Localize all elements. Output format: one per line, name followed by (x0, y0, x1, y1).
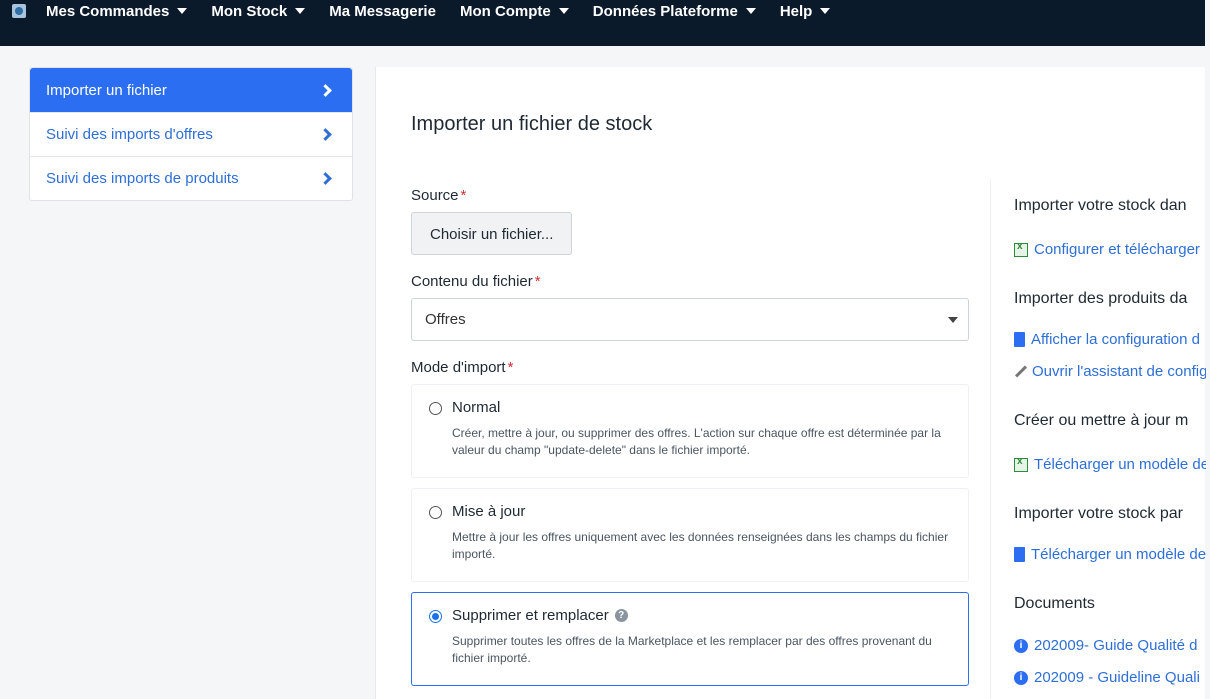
sidebar: Importer un fichier Suivi des imports d'… (29, 67, 353, 201)
document-link[interactable]: i 202009- Guide Qualité d (1014, 637, 1197, 654)
nav-mes-commandes[interactable]: Mes Commandes (46, 2, 188, 20)
link-label: Ouvrir l'assistant de config (1032, 363, 1206, 380)
platform-logo-icon[interactable] (12, 4, 26, 18)
chevron-right-icon (319, 172, 332, 185)
required-mark: * (507, 359, 514, 376)
nav-mon-stock[interactable]: Mon Stock (211, 2, 306, 20)
question-circle-icon[interactable]: ? (614, 609, 628, 622)
book-icon (1014, 332, 1025, 347)
mode-title: Mise à jour (452, 503, 526, 520)
radio-mise-a-jour[interactable] (429, 506, 442, 519)
book-icon (1014, 547, 1025, 562)
info-circle-icon: i (1014, 638, 1028, 653)
mode-description: Mettre à jour les offres uniquement avec… (452, 530, 949, 561)
mode-option-mise-a-jour[interactable]: Mise à jour Mettre à jour les offres uni… (411, 488, 969, 582)
main-panel: Importer un fichier de stock Source * Cho… (375, 67, 1206, 699)
caret-down-icon (177, 8, 188, 14)
page-title: Importer un fichier de stock (411, 113, 653, 135)
nav-ma-messagerie[interactable]: Ma Messagerie (329, 3, 436, 20)
nav-label: Mes Commandes (46, 2, 170, 20)
chevron-right-icon (319, 128, 332, 141)
content-label: Contenu du fichier * (411, 273, 971, 290)
sidebar-item-suivi-produits[interactable]: Suivi des imports de produits (30, 156, 352, 200)
nav-donnees-plateforme[interactable]: Données Plateforme (593, 3, 756, 20)
mode-description: Créer, mettre à jour, ou supprimer des o… (452, 426, 941, 457)
sidebar-item-importer-fichier[interactable]: Importer un fichier (30, 68, 352, 112)
required-mark: * (534, 273, 541, 290)
nav-mon-compte[interactable]: Mon Compte (460, 3, 569, 20)
sidebar-item-suivi-offres[interactable]: Suivi des imports d'offres (30, 112, 352, 156)
nav-label: Ma Messagerie (329, 2, 436, 20)
section-heading: Importer des produits da (1014, 290, 1188, 307)
sidebar-item-label: Suivi des imports de produits (46, 170, 239, 187)
sidebar-item-label: Importer un fichier (46, 81, 167, 99)
magic-wand-icon (1014, 365, 1028, 378)
import-form: Source * Choisir un fichier... Contenu du… (411, 187, 971, 696)
mode-description: Supprimer toutes les offres de la Market… (452, 634, 932, 665)
info-circle-icon: i (1014, 670, 1028, 685)
configure-download-link[interactable]: Configurer et télécharger (1014, 241, 1200, 258)
mode-label: Mode d'import * (411, 359, 971, 376)
link-label: Télécharger un modèle de (1031, 546, 1206, 563)
document-link[interactable]: i 202009 - Guideline Quali (1014, 669, 1200, 686)
show-configuration-link[interactable]: Afficher la configuration d (1014, 331, 1200, 348)
excel-icon (1014, 241, 1028, 257)
open-assistant-link[interactable]: Ouvrir l'assistant de config (1014, 363, 1206, 380)
source-label-text: Source (411, 187, 459, 204)
caret-down-icon (820, 8, 831, 14)
radio-normal[interactable] (429, 402, 442, 415)
section-heading: Importer votre stock par (1014, 505, 1183, 522)
section-heading: Créer ou mettre à jour m (1014, 412, 1189, 429)
radio-supprimer-remplacer[interactable] (429, 610, 442, 623)
link-label: Afficher la configuration d (1031, 331, 1200, 348)
content-label-text: Contenu du fichier (411, 273, 533, 290)
caret-down-icon (558, 8, 569, 14)
content-select-value: Offres (425, 311, 466, 328)
required-mark: * (460, 187, 467, 204)
link-label: 202009 - Guideline Quali (1034, 669, 1200, 686)
caret-down-icon (295, 8, 306, 14)
link-label: 202009- Guide Qualité d (1034, 637, 1198, 654)
nav-label: Mon Compte (459, 2, 551, 20)
link-label: Télécharger un modèle de (1034, 456, 1206, 473)
nav-label: Données Plateforme (592, 2, 738, 20)
link-label: Configurer et télécharger (1034, 241, 1200, 258)
nav-label: Mon Stock (211, 2, 288, 20)
caret-down-icon (948, 317, 958, 323)
documents-heading: Documents (1014, 595, 1095, 612)
chevron-right-icon (319, 83, 332, 97)
mode-option-normal[interactable]: Normal Créer, mettre à jour, ou supprime… (411, 384, 969, 478)
help-column: Importer votre stock dan Configurer et t… (990, 179, 1206, 699)
source-label: Source * (411, 187, 971, 204)
mode-label-text: Mode d'import (411, 359, 506, 376)
download-template-link-2[interactable]: Télécharger un modèle de (1014, 546, 1206, 563)
excel-icon (1014, 456, 1028, 472)
mode-title-row: Supprimer et remplacer? (452, 607, 952, 624)
nav-help[interactable]: Help (780, 3, 831, 20)
mode-title: Supprimer et remplacer (452, 607, 609, 624)
mode-option-supprimer-remplacer[interactable]: Supprimer et remplacer? Supprimer toutes… (411, 592, 969, 686)
download-template-link[interactable]: Télécharger un modèle de (1014, 456, 1206, 473)
content-select[interactable]: Offres (411, 298, 969, 341)
sidebar-item-label: Suivi des imports d'offres (46, 126, 213, 143)
mode-title: Normal (452, 399, 501, 416)
caret-down-icon (745, 8, 756, 14)
choose-file-button[interactable]: Choisir un fichier... (411, 212, 573, 255)
section-heading: Importer votre stock dan (1014, 197, 1187, 214)
top-navbar: Mes Commandes Mon Stock Ma Messagerie Mo… (0, 0, 1205, 46)
nav-label: Help (779, 2, 813, 20)
